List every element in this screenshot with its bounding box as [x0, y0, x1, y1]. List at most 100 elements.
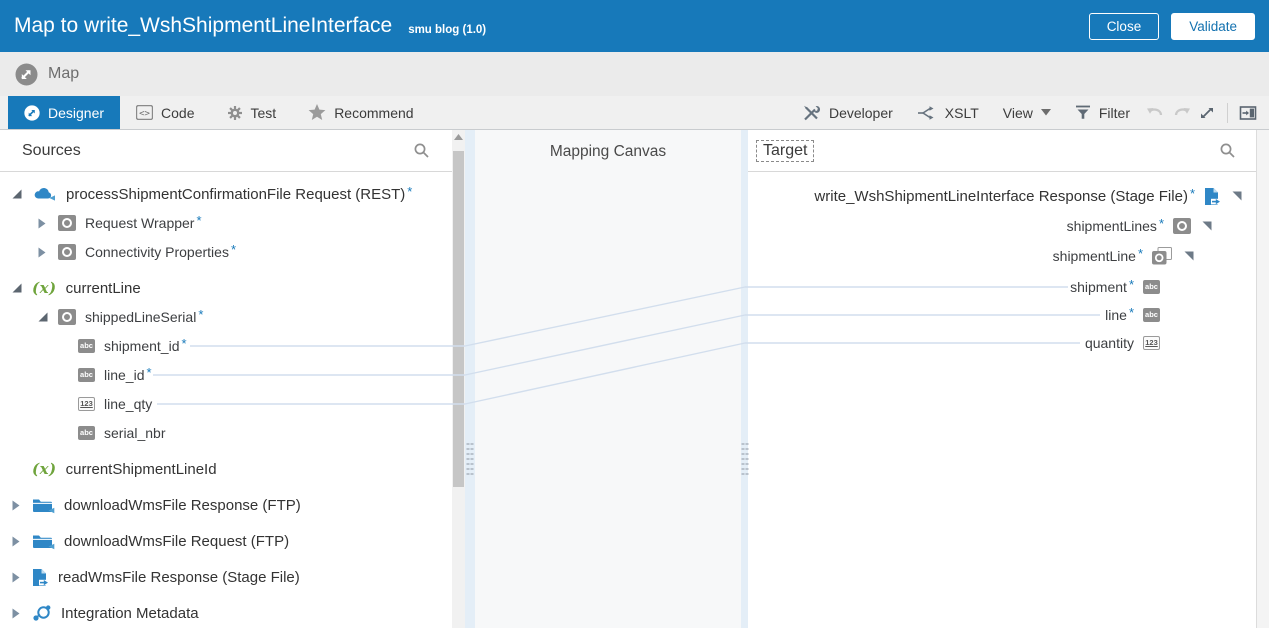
target-item-label: line — [1105, 307, 1127, 323]
developer-label: Developer — [829, 105, 893, 121]
cloud-request-icon — [32, 185, 57, 203]
close-button[interactable]: Close — [1089, 13, 1160, 40]
splitter-grip[interactable] — [467, 443, 474, 477]
file-icon — [32, 568, 49, 587]
variable-icon: (x) — [32, 462, 57, 477]
target-item-shipmentline[interactable]: shipmentLine* — [748, 242, 1256, 270]
tab-label: Designer — [48, 105, 104, 121]
map-breadcrumb-bar: Map — [0, 52, 1269, 96]
svg-text:<>: <> — [139, 109, 150, 119]
scroll-up-icon — [454, 134, 463, 140]
tools-icon — [802, 105, 821, 121]
redo-button[interactable] — [1168, 100, 1194, 126]
xslt-toggle[interactable]: XSLT — [905, 105, 991, 121]
number-icon: 123 — [1143, 336, 1160, 350]
developer-toggle[interactable]: Developer — [790, 105, 905, 121]
string-icon: abc — [1143, 308, 1160, 322]
repeating-element-icon — [1152, 247, 1173, 265]
source-item-serial-nbr[interactable]: abcserial_nbr — [0, 419, 452, 447]
target-arrow-icon[interactable] — [1232, 191, 1242, 201]
source-item-downloadwmsfile-request-ftp[interactable]: downloadWmsFile Request (FTP) — [0, 527, 452, 555]
element-icon — [58, 244, 76, 260]
required-asterisk: * — [1129, 277, 1134, 292]
source-item-label: shipment_id — [104, 338, 180, 354]
source-item-processshipmentconfirmationfile-request-rest[interactable]: processShipmentConfirmationFile Request … — [0, 180, 452, 208]
collapsed-arrow-icon[interactable] — [38, 218, 58, 229]
left-splitter[interactable] — [465, 130, 475, 628]
target-item-quantity[interactable]: quantity 123 — [748, 329, 1256, 357]
filter-icon — [1075, 105, 1091, 120]
expanded-arrow-icon[interactable] — [12, 283, 32, 293]
source-item-currentshipmentlineid[interactable]: (x)currentShipmentLineId — [0, 455, 452, 483]
source-item-connectivity-properties[interactable]: Connectivity Properties* — [0, 238, 452, 266]
source-item-label: shippedLineSerial — [85, 309, 196, 325]
map-icon — [15, 63, 38, 86]
collapsed-arrow-icon[interactable] — [12, 536, 32, 547]
target-item-write-wshshipmentlineinterface-response-stage-file[interactable]: write_WshShipmentLineInterface Response … — [748, 182, 1256, 210]
right-splitter[interactable] — [741, 130, 748, 628]
file-icon — [1204, 187, 1221, 206]
target-item-line[interactable]: line* abc — [748, 301, 1256, 329]
source-item-currentline[interactable]: (x)currentLine — [0, 274, 452, 302]
source-item-integration-metadata[interactable]: Integration Metadata — [0, 599, 452, 627]
source-item-label: line_qty — [104, 396, 152, 412]
target-arrow-icon[interactable] — [1202, 221, 1212, 231]
mapper-toolbar: Designer <>CodeTest Recommend Developer XS… — [0, 96, 1269, 130]
tab-code[interactable]: <>Code — [120, 96, 210, 129]
sources-scrollbar[interactable] — [452, 130, 465, 628]
target-item-label: write_WshShipmentLineInterface Response … — [814, 188, 1188, 205]
required-asterisk: * — [182, 336, 187, 351]
view-menu[interactable]: View — [991, 105, 1063, 121]
source-item-downloadwmsfile-response-ftp[interactable]: downloadWmsFile Response (FTP) — [0, 491, 452, 519]
collapsed-arrow-icon[interactable] — [38, 247, 58, 258]
source-item-line-id[interactable]: abcline_id* — [0, 361, 452, 389]
tab-recommend[interactable]: Recommend — [292, 96, 429, 129]
target-item-label: quantity — [1085, 335, 1134, 351]
metadata-icon — [32, 604, 52, 622]
element-icon — [58, 309, 76, 325]
target-panel: Target write_WshShipmentLineInterface Re… — [748, 130, 1256, 628]
collapsed-arrow-icon[interactable] — [12, 572, 32, 583]
source-item-label: downloadWmsFile Response (FTP) — [64, 497, 301, 514]
canvas-title: Mapping Canvas — [475, 143, 741, 161]
target-arrow-icon[interactable] — [1184, 251, 1194, 261]
source-item-line-qty[interactable]: 123line_qty — [0, 390, 452, 418]
collapsed-arrow-icon[interactable] — [12, 500, 32, 511]
search-icon[interactable] — [413, 142, 430, 159]
source-item-shippedlineserial[interactable]: shippedLineSerial* — [0, 303, 452, 331]
validate-button[interactable]: Validate — [1171, 13, 1255, 40]
search-icon[interactable] — [1219, 142, 1236, 159]
collapsed-arrow-icon[interactable] — [12, 608, 32, 619]
scrollbar-thumb[interactable] — [453, 151, 464, 487]
required-asterisk: * — [231, 242, 236, 257]
scroll-up-button[interactable] — [452, 130, 465, 144]
source-item-shipment-id[interactable]: abc shipment_id* — [0, 332, 452, 360]
tab-test[interactable]: Test — [211, 96, 293, 129]
breadcrumb: Map — [48, 65, 79, 83]
expanded-arrow-icon[interactable] — [12, 189, 32, 199]
sources-header: Sources — [0, 130, 452, 172]
filter-button[interactable]: Filter — [1063, 105, 1142, 121]
source-item-label: serial_nbr — [104, 425, 165, 441]
maximize-button[interactable] — [1194, 100, 1220, 126]
undo-button[interactable] — [1142, 100, 1168, 126]
tab-designer[interactable]: Designer — [8, 96, 120, 129]
required-asterisk: * — [1129, 305, 1134, 320]
folder-icon — [32, 533, 55, 550]
tab-label: Recommend — [334, 105, 413, 121]
expanded-arrow-icon[interactable] — [38, 312, 58, 322]
target-item-shipment[interactable]: shipment*abc — [748, 273, 1256, 301]
source-item-readwmsfile-response-stage-file[interactable]: readWmsFile Response (Stage File) — [0, 563, 452, 591]
folder-icon — [32, 497, 55, 514]
integration-version-label: smu blog (1.0) — [408, 24, 486, 36]
star-icon — [308, 104, 326, 121]
toggle-panel-button[interactable] — [1235, 100, 1261, 126]
splitter-grip[interactable] — [741, 443, 748, 477]
required-asterisk: * — [407, 184, 412, 199]
string-icon: abc — [78, 339, 95, 353]
target-item-shipmentlines[interactable]: shipmentLines* — [748, 212, 1256, 240]
source-item-request-wrapper[interactable]: Request Wrapper* — [0, 209, 452, 237]
redo-icon — [1172, 105, 1191, 121]
source-item-label: line_id — [104, 367, 144, 383]
string-icon: abc — [78, 368, 95, 382]
